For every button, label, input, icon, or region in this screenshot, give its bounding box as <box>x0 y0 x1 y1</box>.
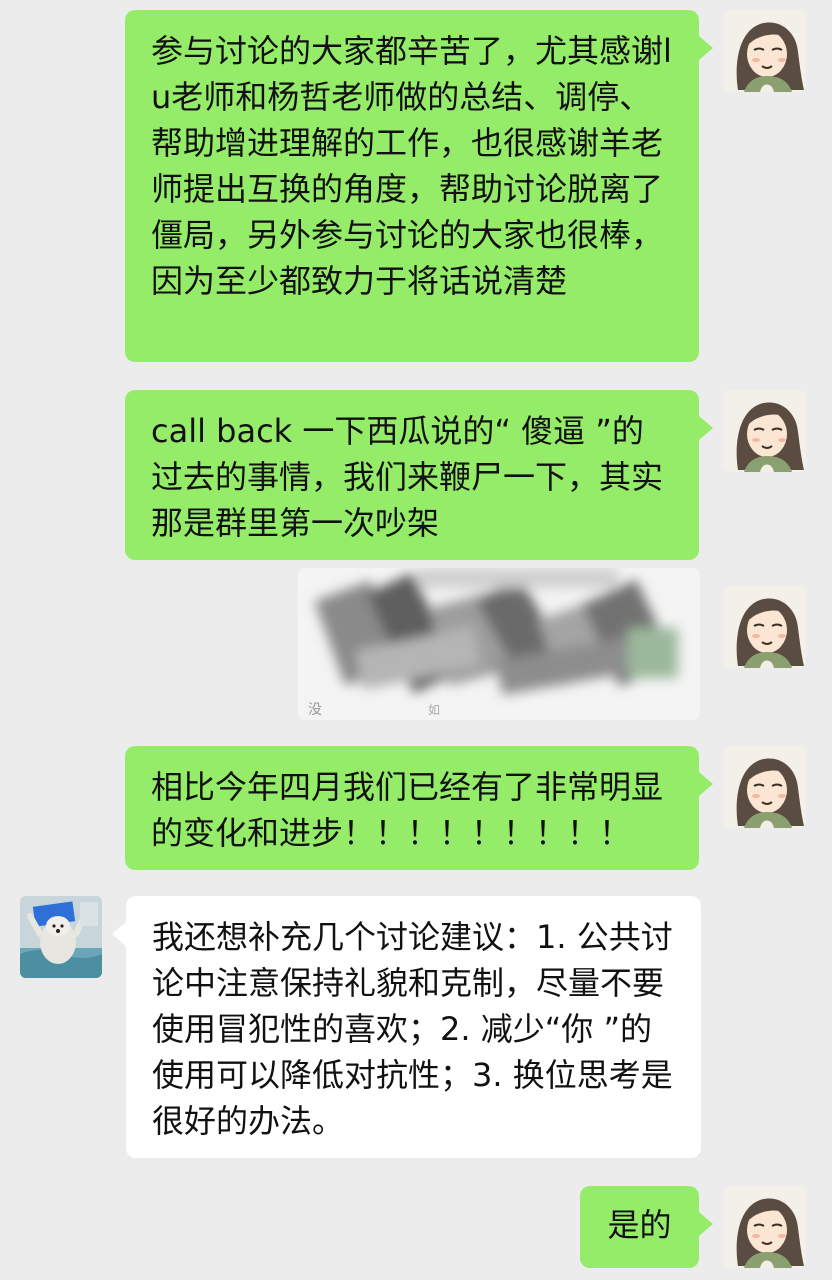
message-bubble-4[interactable]: 相比今年四月我们已经有了非常明显的变化和进步！！！！！！！！！ <box>125 746 699 870</box>
message-bubble-2[interactable]: call back 一下西瓜说的“ 傻逼 ”的过去的事情，我们来鞭尸一下，其实那… <box>125 390 699 560</box>
blurred-image: 没 如 <box>298 568 700 720</box>
message-text-2: call back 一下西瓜说的“ 傻逼 ”的过去的事情，我们来鞭尸一下，其实那… <box>151 412 664 542</box>
avatar-image <box>724 1186 806 1268</box>
self-avatar-6[interactable] <box>724 1186 806 1268</box>
bubble-tail-1 <box>699 36 713 60</box>
image-caption-fragment-2: 如 <box>428 702 440 717</box>
self-avatar-2[interactable] <box>724 390 806 472</box>
avatar-image <box>20 896 102 978</box>
self-avatar-3[interactable] <box>724 586 806 668</box>
other-avatar[interactable] <box>20 896 102 978</box>
bubble-tail-2 <box>699 416 713 440</box>
avatar-image <box>724 10 806 92</box>
bubble-tail-4 <box>699 772 713 796</box>
message-bubble-1[interactable]: 参与讨论的大家都辛苦了，尤其感谢lu老师和杨哲老师做的总结、调停、帮助增进理解的… <box>125 10 699 362</box>
image-message[interactable]: 没 如 <box>298 568 700 720</box>
self-avatar-4[interactable] <box>724 746 806 828</box>
message-text-4: 相比今年四月我们已经有了非常明显的变化和进步！！！！！！！！！ <box>151 768 664 852</box>
message-text-5: 我还想补充几个讨论建议：1. 公共讨论中注意保持礼貌和克制，尽量不要使用冒犯性的… <box>152 918 673 1140</box>
bubble-tail-6 <box>699 1212 713 1236</box>
avatar-image <box>724 586 806 668</box>
avatar-image <box>724 390 806 472</box>
message-text-1: 参与讨论的大家都辛苦了，尤其感谢lu老师和杨哲老师做的总结、调停、帮助增进理解的… <box>151 32 672 300</box>
self-avatar-1[interactable] <box>724 10 806 92</box>
message-text-6: 是的 <box>607 1206 672 1244</box>
avatar-image <box>724 746 806 828</box>
bubble-tail-5 <box>112 922 126 946</box>
message-bubble-5[interactable]: 我还想补充几个讨论建议：1. 公共讨论中注意保持礼貌和克制，尽量不要使用冒犯性的… <box>126 896 701 1158</box>
message-bubble-6[interactable]: 是的 <box>580 1186 699 1268</box>
image-caption-fragment-1: 没 <box>308 701 322 717</box>
